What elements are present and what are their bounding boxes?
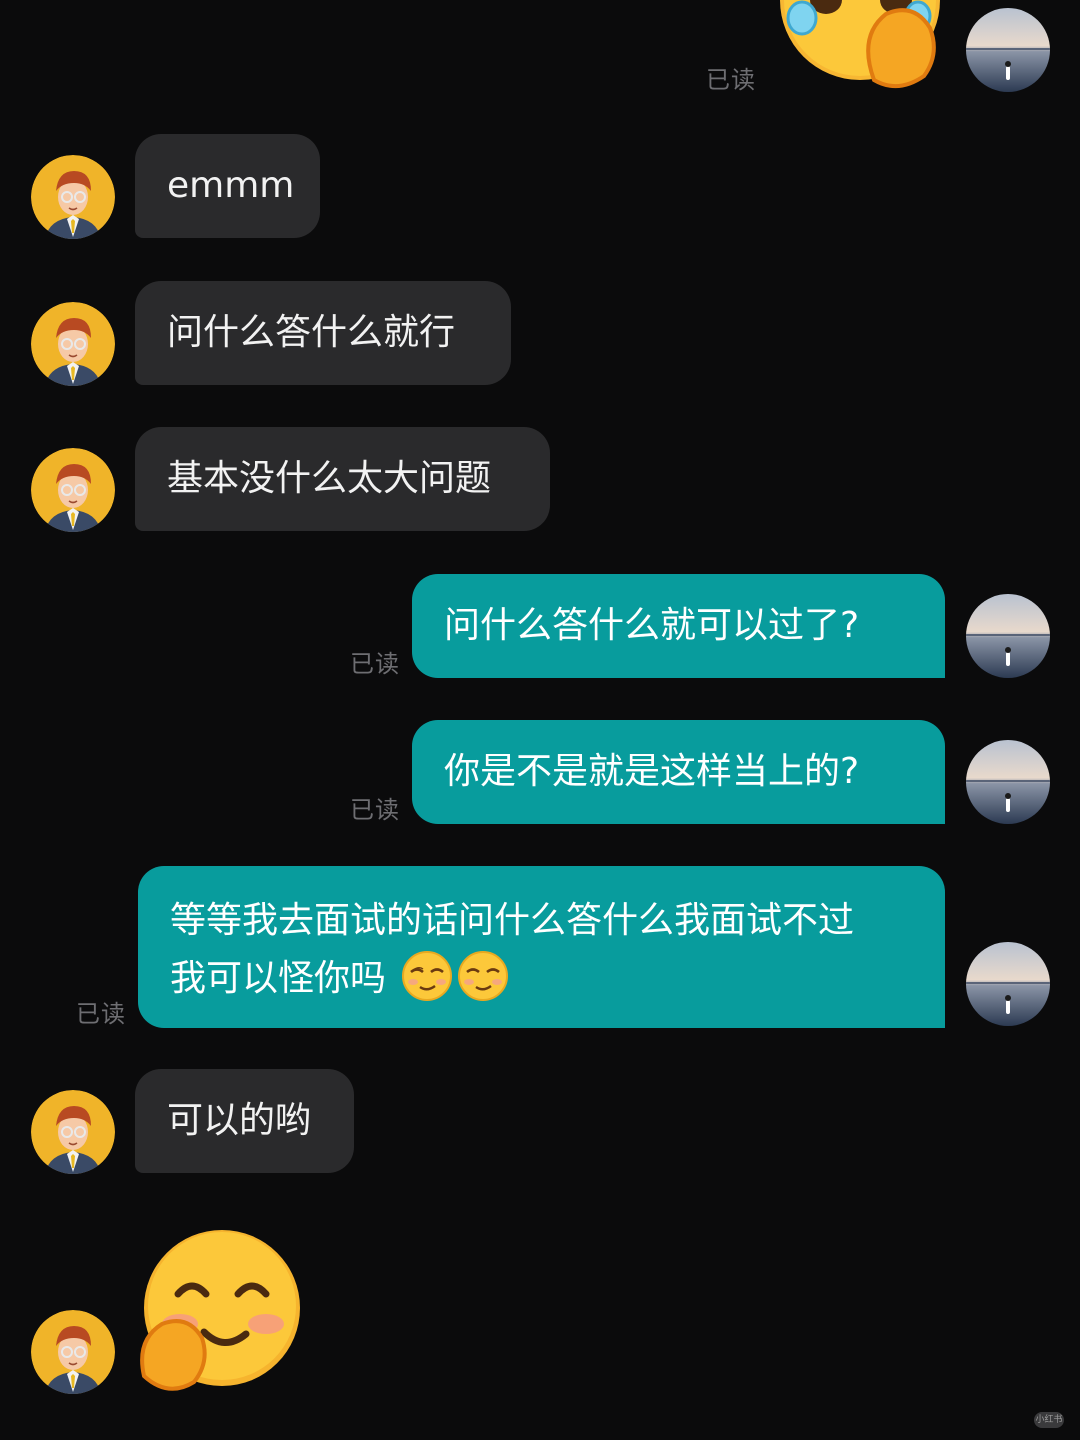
my-avatar[interactable] xyxy=(966,740,1050,824)
contact-avatar[interactable] xyxy=(31,1090,115,1174)
message-line: 等等我去面试的话问什么答什么我面试不过 xyxy=(170,900,855,941)
read-receipt: 已读 xyxy=(706,66,756,94)
read-receipt: 已读 xyxy=(350,796,400,824)
contact-avatar[interactable] xyxy=(31,1310,115,1394)
message-bubble[interactable]: 等等我去面试的话问什么答什么我面试不过 我可以怪你吗 xyxy=(138,866,945,1028)
message-line: 我可以怪你吗 xyxy=(170,958,387,999)
my-avatar[interactable] xyxy=(966,8,1050,92)
message-bubble[interactable]: 问什么答什么就可以过了? xyxy=(412,574,945,678)
message-bubble[interactable]: 问什么答什么就行 xyxy=(135,281,511,385)
smirk-emoji xyxy=(457,950,509,1002)
contact-avatar[interactable] xyxy=(31,302,115,386)
contact-avatar[interactable] xyxy=(31,448,115,532)
read-receipt: 已读 xyxy=(350,650,400,678)
crying-laughing-sticker[interactable] xyxy=(778,0,948,95)
read-receipt: 已读 xyxy=(76,1000,126,1028)
message-bubble[interactable]: 基本没什么太大问题 xyxy=(135,427,550,531)
chat-view: 已读 emmm 问什么答什么就行 基本没什么太大问题 已读 问什么答什么就可以过… xyxy=(0,0,1080,1440)
contact-avatar[interactable] xyxy=(31,155,115,239)
message-line-with-emoji: 我可以怪你吗 xyxy=(170,950,913,1008)
smirk-emoji xyxy=(401,950,453,1002)
my-avatar[interactable] xyxy=(966,942,1050,1026)
shy-smile-sticker[interactable] xyxy=(134,1228,304,1393)
my-avatar[interactable] xyxy=(966,594,1050,678)
watermark-logo: 小红书 xyxy=(1034,1412,1064,1428)
message-bubble[interactable]: 可以的哟 xyxy=(135,1069,354,1173)
message-bubble[interactable]: emmm xyxy=(135,134,320,238)
message-bubble[interactable]: 你是不是就是这样当上的? xyxy=(412,720,945,824)
